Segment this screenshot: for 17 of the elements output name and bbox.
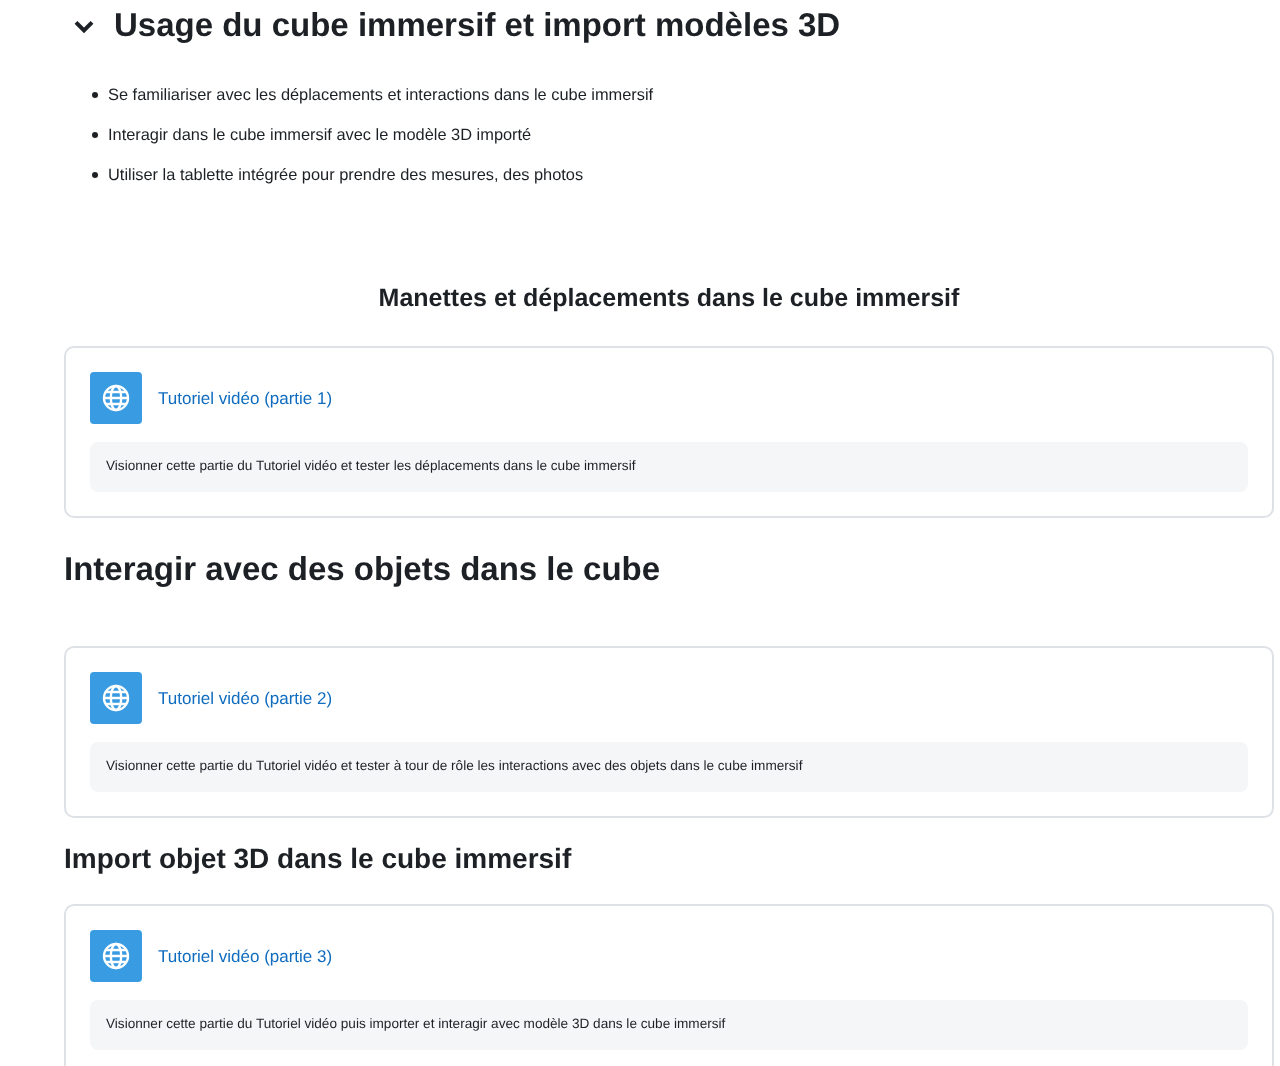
globe-icon[interactable] <box>90 372 142 424</box>
globe-icon[interactable] <box>90 672 142 724</box>
bullet-icon <box>92 131 98 137</box>
subsection-heading: Manettes et déplacements dans le cube immersif <box>376 284 962 312</box>
section-title: Usage du cube immersif et import modèles 3D <box>114 7 841 45</box>
activity-link[interactable]: Tutoriel vidéo (partie 1) <box>158 388 333 408</box>
subsection-heading: Import objet 3D dans le cube immersif <box>64 842 574 874</box>
chevron-icon[interactable] <box>74 19 94 33</box>
activity-link[interactable]: Tutoriel vidéo (partie 3) <box>158 946 333 966</box>
objective-text: Interagir dans le cube immersif avec le modèle 3D importé <box>108 125 532 143</box>
activity-link[interactable]: Tutoriel vidéo (partie 2) <box>158 688 333 708</box>
objective-text: Se familiariser avec les déplacements et interactions dans le cube immersif <box>108 85 654 103</box>
globe-icon[interactable] <box>90 930 142 982</box>
bullet-icon <box>92 171 98 177</box>
subsection-heading: Interagir avec des objets dans le cube <box>64 552 663 590</box>
objective-text: Utiliser la tablette intégrée pour prendre des mesures, des photos <box>108 165 584 183</box>
bullet-icon <box>92 91 98 97</box>
